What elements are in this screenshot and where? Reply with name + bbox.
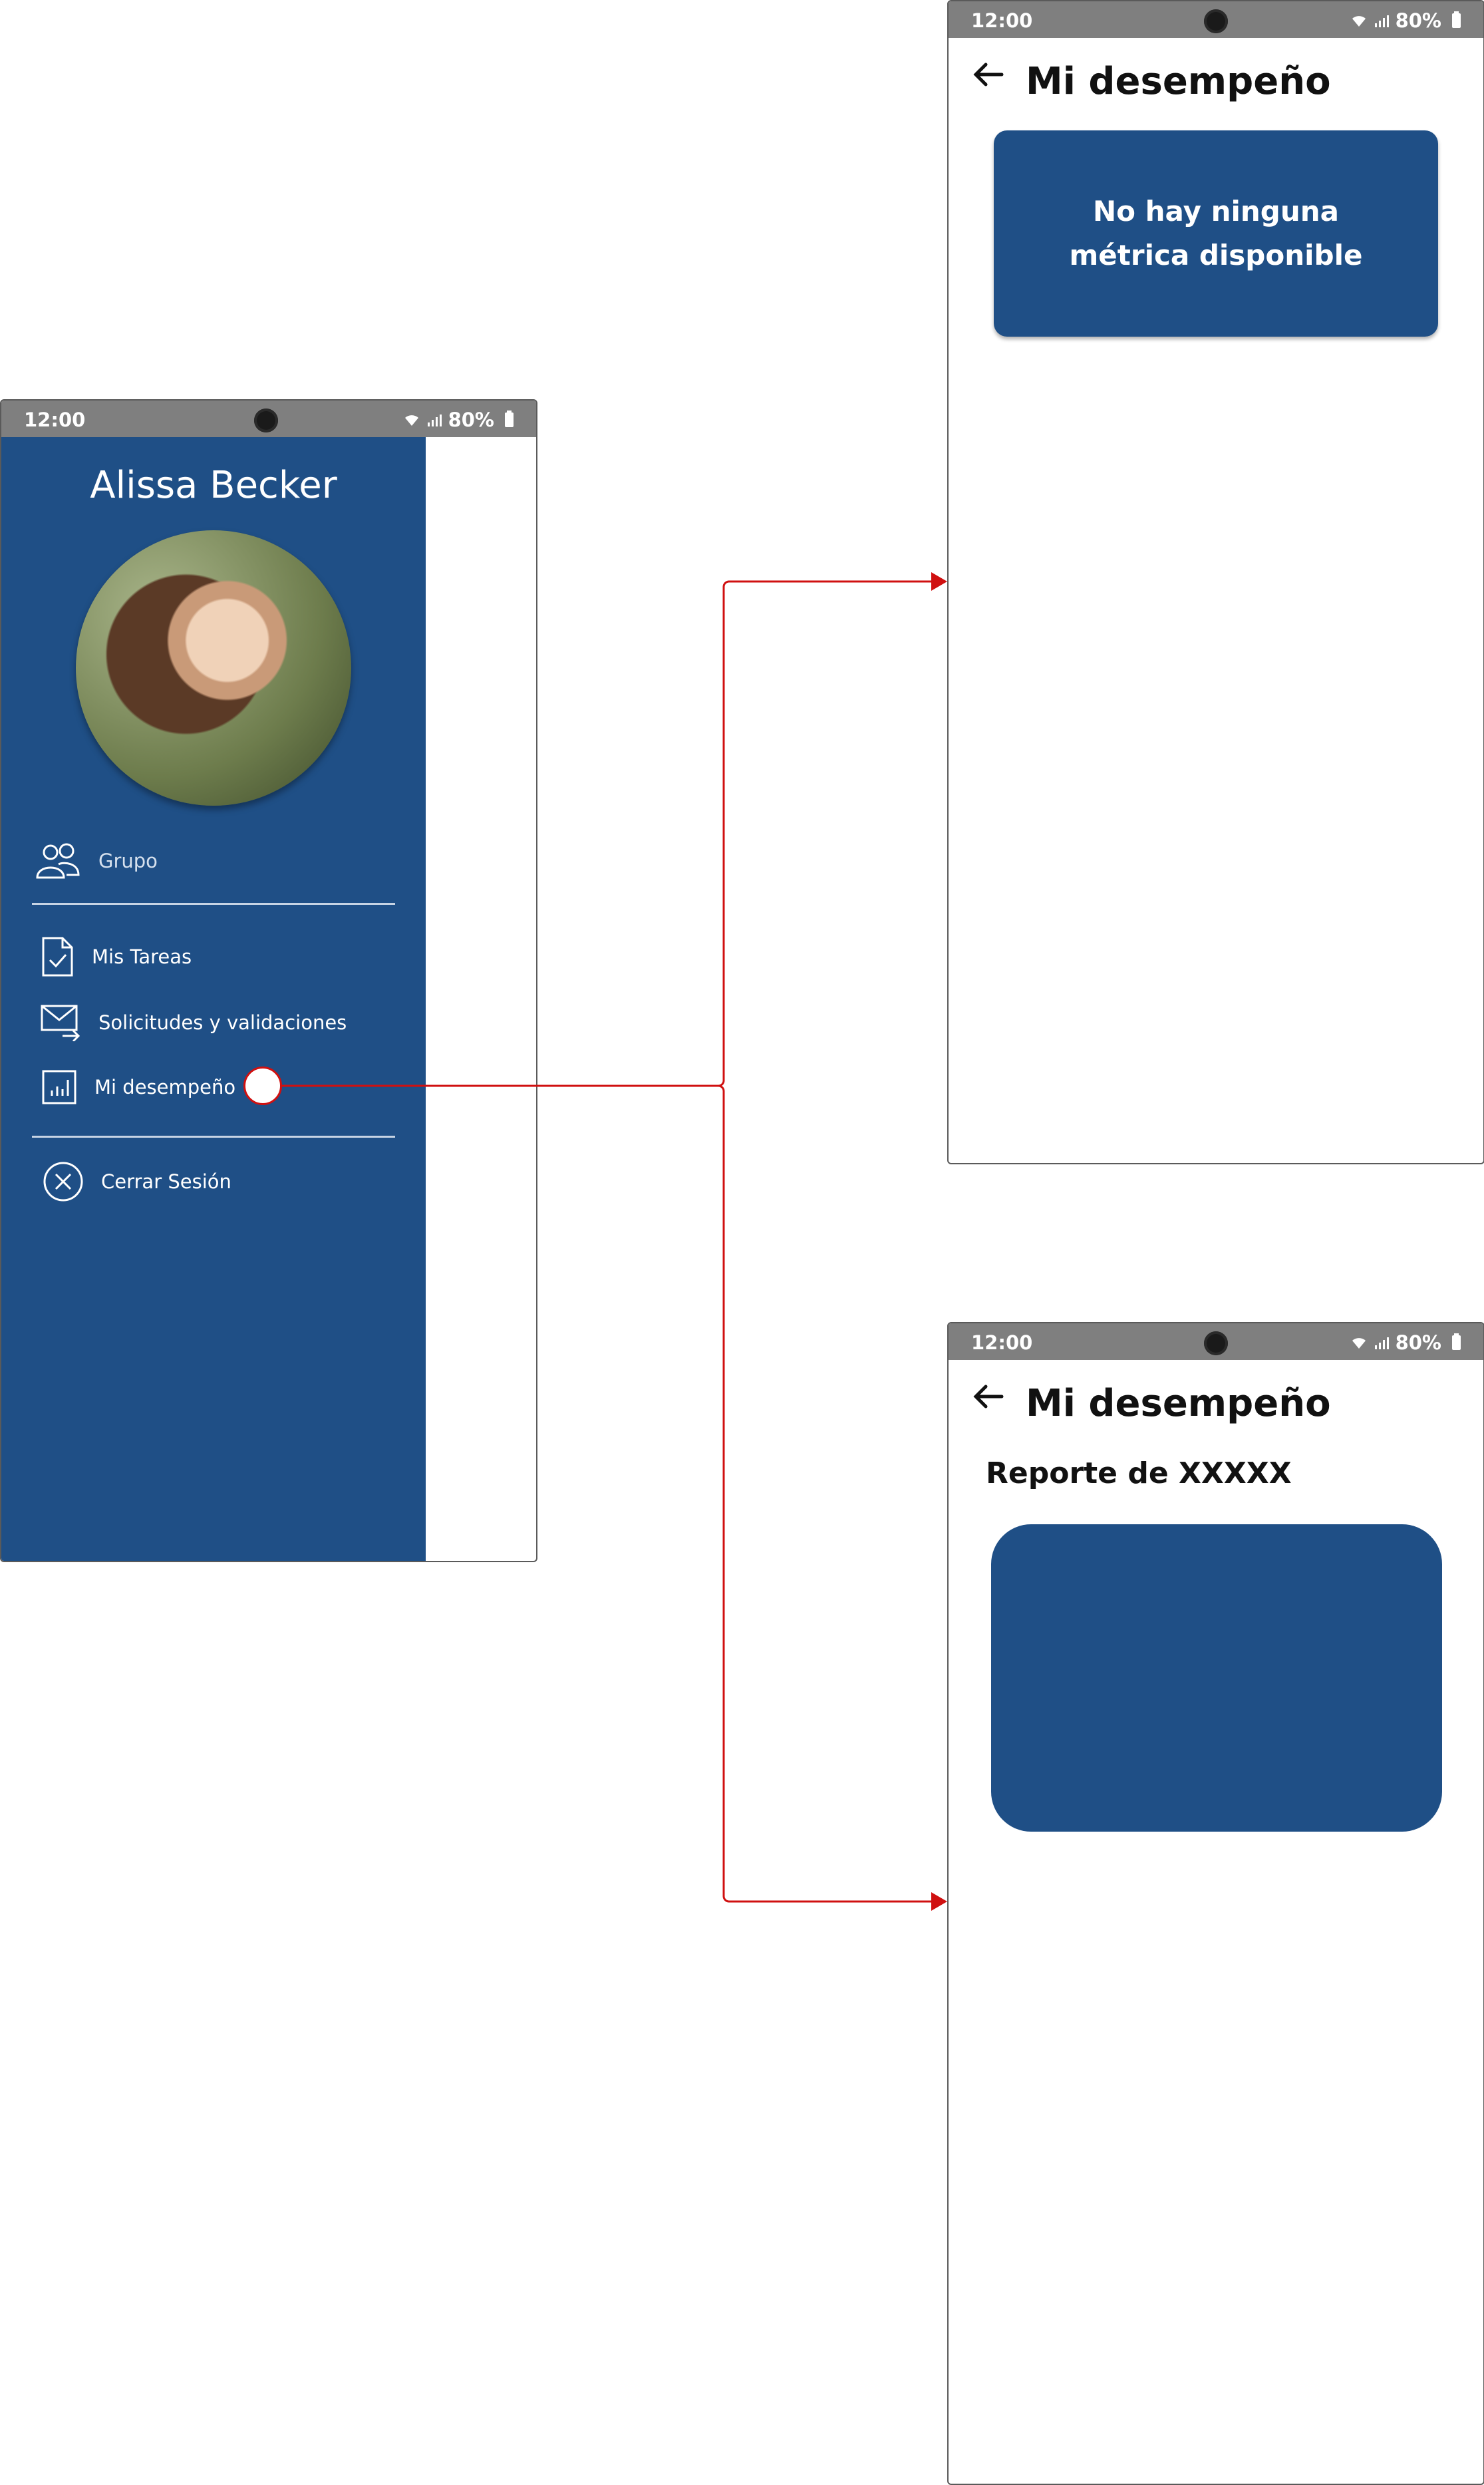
signal-icon <box>1374 1337 1389 1349</box>
empty-state-card: No hay ninguna métrica disponible <box>994 130 1438 337</box>
drawer-divider <box>32 903 395 905</box>
status-bar: 12:00 80% <box>949 1323 1483 1360</box>
status-time: 12:00 <box>971 1331 1033 1354</box>
empty-state-message: No hay ninguna métrica disponible <box>1069 195 1363 271</box>
tap-indicator <box>243 1067 282 1105</box>
drawer-item-grupo[interactable]: Grupo <box>35 842 158 880</box>
camera-icon <box>254 409 278 432</box>
signal-icon <box>1374 15 1389 27</box>
status-bar: 12:00 80% <box>949 1 1483 38</box>
drawer-item-label: Cerrar Sesión <box>101 1170 231 1193</box>
drawer-item-mi-desempeno[interactable]: Mi desempeño <box>41 1069 235 1105</box>
camera-icon <box>1204 9 1228 33</box>
battery-percent: 80% <box>1395 1331 1441 1354</box>
status-icons: 80% <box>1350 1331 1461 1354</box>
drawer-item-solicitudes[interactable]: Solicitudes y validaciones <box>40 1004 347 1041</box>
connector-arrowhead <box>931 1892 947 1911</box>
phone-drawer-screen: 12:00 80% Alissa Becker Grupo Mis Tareas <box>0 399 537 1562</box>
drawer-item-label: Solicitudes y validaciones <box>98 1011 347 1034</box>
status-icons: 80% <box>1350 9 1461 32</box>
camera-icon <box>1204 1331 1228 1355</box>
battery-icon <box>505 411 514 427</box>
task-document-icon <box>42 937 73 977</box>
status-time: 12:00 <box>971 9 1033 32</box>
report-label: Reporte de XXXXX <box>986 1456 1292 1490</box>
signal-icon <box>427 414 442 426</box>
battery-icon <box>1452 1333 1461 1350</box>
close-circle-icon <box>43 1162 83 1202</box>
drawer-item-mis-tareas[interactable]: Mis Tareas <box>41 936 192 977</box>
back-arrow-icon[interactable] <box>972 61 1004 88</box>
phone-performance-report: 12:00 80% Mi desempeño Reporte de XXXXX <box>947 1322 1484 2485</box>
mail-forward-icon <box>41 1005 80 1041</box>
page-title: Mi desempeño <box>1026 60 1331 103</box>
battery-percent: 80% <box>1395 9 1441 32</box>
battery-icon <box>1452 11 1461 28</box>
back-arrow-icon[interactable] <box>972 1383 1004 1410</box>
wifi-icon <box>1352 1338 1366 1349</box>
drawer-item-label: Mi desempeño <box>94 1076 236 1098</box>
user-name: Alissa Becker <box>90 464 337 507</box>
battery-percent: 80% <box>448 409 494 431</box>
navigation-drawer: Alissa Becker Grupo Mis Tareas Solicitud… <box>1 437 426 1561</box>
connector-line <box>718 1084 931 1903</box>
drawer-item-cerrar-sesion[interactable]: Cerrar Sesión <box>43 1161 231 1202</box>
bar-chart-icon <box>42 1070 76 1104</box>
connector-arrowhead <box>931 572 947 591</box>
avatar[interactable] <box>76 530 351 806</box>
status-time: 12:00 <box>24 409 86 431</box>
status-icons: 80% <box>403 409 514 431</box>
report-card[interactable] <box>991 1524 1442 1832</box>
phone-performance-empty: 12:00 80% Mi desempeño No hay ninguna mé… <box>947 0 1484 1164</box>
group-icon <box>36 843 80 879</box>
drawer-item-label: Mis Tareas <box>92 945 192 968</box>
wifi-icon <box>404 415 418 426</box>
drawer-divider <box>32 1136 395 1138</box>
status-bar: 12:00 80% <box>1 401 536 437</box>
page-title: Mi desempeño <box>1026 1382 1331 1425</box>
wifi-icon <box>1352 16 1366 27</box>
drawer-item-label: Grupo <box>98 850 158 872</box>
